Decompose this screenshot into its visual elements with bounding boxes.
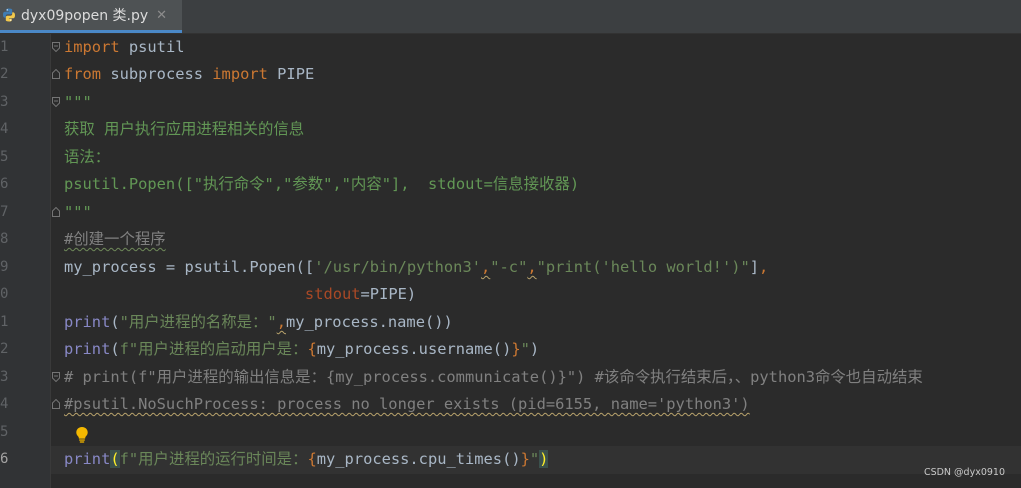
code-line-9[interactable]: my_process = psutil.Popen(['/usr/bin/pyt… <box>64 254 768 281</box>
code-text: PIPE <box>267 65 315 83</box>
fold-open-icon[interactable] <box>52 42 60 52</box>
code-text: ] <box>749 258 760 276</box>
lightbulb-icon[interactable] <box>74 426 90 444</box>
python-file-icon <box>3 8 15 22</box>
code-text: ( <box>110 313 120 331</box>
code-line-11[interactable]: print("用户进程的名称是：",my_process.name()) <box>64 309 453 336</box>
code-line-5[interactable]: 语法： <box>64 144 110 171</box>
code-text: ) <box>529 340 540 358</box>
line-number: 6 <box>0 176 9 192</box>
code-line-1[interactable]: import psutil <box>64 34 184 61</box>
code-line-10[interactable]: stdout=PIPE) <box>64 281 416 308</box>
fold-close-icon[interactable] <box>52 399 60 409</box>
code-text: my_process = psutil.Popen([ <box>64 258 315 276</box>
code-text: my_process.username() <box>316 340 512 358</box>
keyword: import <box>212 65 268 83</box>
code-text: ( <box>110 340 120 358</box>
code-line-2[interactable]: from subprocess import PIPE <box>64 61 314 88</box>
fold-close-icon[interactable] <box>52 69 60 79</box>
fold-open-icon[interactable] <box>52 372 60 382</box>
fold-open-icon[interactable] <box>52 97 60 107</box>
file-tab-active[interactable]: dyx09popen 类.py ✕ <box>0 0 182 33</box>
line-number: 5 <box>0 424 9 440</box>
keyword: import <box>64 38 120 56</box>
code-line-14[interactable]: #psutil.NoSuchProcess: process no longer… <box>64 391 750 418</box>
string-literal: " <box>520 340 530 358</box>
comma-warning: , <box>276 313 286 331</box>
string-literal: "print('hello world!')" <box>536 258 750 276</box>
comment: #psutil.NoSuchProcess: process no longer… <box>64 395 750 413</box>
matching-paren: ) <box>539 450 549 468</box>
line-number: 3 <box>0 94 9 110</box>
code-text: psutil <box>119 38 185 56</box>
comment: #创建一个程序 <box>64 230 166 248</box>
fstring-brace: } <box>511 340 521 358</box>
code-line-16[interactable]: print(f"用户进程的运行时间是：{my_process.cpu_times… <box>64 446 549 473</box>
fstring-brace: { <box>307 340 317 358</box>
fstring-literal: f"用户进程的启动用户是： <box>119 340 308 358</box>
code-line-12[interactable]: print(f"用户进程的启动用户是：{my_process.username(… <box>64 336 539 363</box>
line-number: 9 <box>0 259 9 275</box>
fstring-literal: f"用户进程的运行时间是： <box>119 450 308 468</box>
close-tab-icon[interactable]: ✕ <box>156 8 167 23</box>
comma-warning: , <box>527 258 537 276</box>
line-number: 8 <box>0 231 9 247</box>
matching-paren: ( <box>110 450 120 468</box>
editor-tab-bar: dyx09popen 类.py ✕ <box>0 0 1021 34</box>
code-line-7[interactable]: """ <box>64 199 92 226</box>
builtin-function: print <box>64 313 111 331</box>
gutter-separator <box>50 34 51 488</box>
line-number: 4 <box>0 396 9 412</box>
fstring-brace: } <box>520 450 530 468</box>
fold-close-icon[interactable] <box>52 207 60 217</box>
code-line-3[interactable]: """ <box>64 89 92 116</box>
tab-filename: dyx09popen 类.py <box>21 8 149 24</box>
string-literal: '/usr/bin/python3' <box>314 258 481 276</box>
line-number-current: 6 <box>0 451 9 467</box>
code-line-6[interactable]: psutil.Popen(["执行命令","参数","内容"], stdout=… <box>64 171 579 198</box>
comma: , <box>759 258 769 276</box>
line-number: 1 <box>0 314 9 330</box>
string-literal: "-c" <box>490 258 528 276</box>
fstring-brace: { <box>307 450 317 468</box>
comma-warning: , <box>480 258 491 276</box>
code-text: my_process.name()) <box>285 313 453 331</box>
code-line-13[interactable]: # print(f"用户进程的输出信息是：{my_process.communi… <box>64 364 923 391</box>
watermark: CSDN @dyx0910 <box>923 467 1005 478</box>
line-number: 5 <box>0 149 9 165</box>
line-number: 2 <box>0 66 9 82</box>
line-number: 2 <box>0 341 9 357</box>
string-literal: "用户进程的名称是：" <box>119 313 277 331</box>
keyword: from <box>64 65 102 83</box>
builtin-function: print <box>64 340 111 358</box>
line-number: 4 <box>0 121 9 137</box>
code-text: subprocess <box>101 65 213 83</box>
code-line-8[interactable]: #创建一个程序 <box>64 226 166 253</box>
builtin-function: print <box>64 450 111 468</box>
line-number: 3 <box>0 369 9 385</box>
line-number: 1 <box>0 39 9 55</box>
code-text: my_process.cpu_times() <box>316 450 521 468</box>
line-number: 0 <box>0 286 9 302</box>
string-literal: " <box>529 450 540 468</box>
code-line-4[interactable]: 获取 用户执行应用进程相关的信息 <box>64 116 304 143</box>
keyword-argument: stdout <box>304 285 361 303</box>
line-number: 7 <box>0 204 9 220</box>
code-text: =PIPE) <box>360 285 417 303</box>
